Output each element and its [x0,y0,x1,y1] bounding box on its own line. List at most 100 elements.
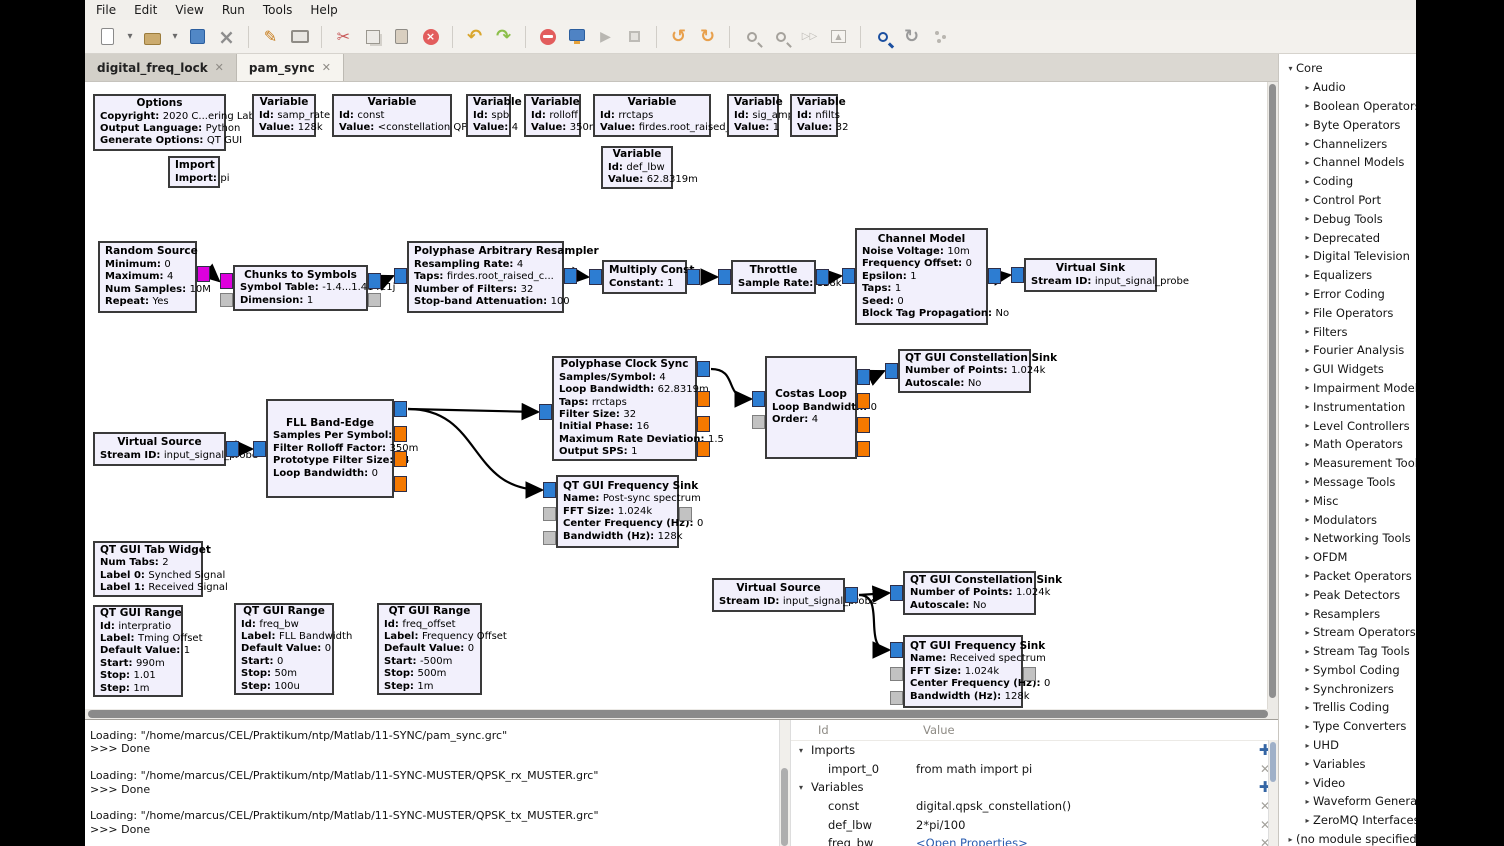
gray-port-right[interactable] [1023,667,1036,681]
chevron-right-icon[interactable]: ▸ [1302,440,1313,449]
tab-close-icon[interactable]: ✕ [322,62,331,73]
kill-flowgraph-icon[interactable] [622,24,647,49]
sidebar-item-measurement-tools[interactable]: ▸Measurement Tools [1279,454,1416,473]
block-tab_widget[interactable]: QT GUI Tab WidgetNum Tabs: 2Label 0: Syn… [93,541,203,597]
connection-wire[interactable] [578,276,588,277]
blue-port-right[interactable] [368,273,381,289]
scrollbar-thumb[interactable] [781,768,788,846]
variables-panel-scrollbar[interactable] [1268,740,1278,846]
connection-wire[interactable] [711,369,751,399]
connection-wire[interactable] [408,409,542,490]
disable-blocks-icon[interactable] [768,24,793,49]
sidebar-item-math-operators[interactable]: ▸Math Operators [1279,435,1416,454]
chevron-right-icon[interactable]: ▸ [1302,402,1313,411]
screen-capture-icon[interactable] [287,24,312,49]
scrollbar-thumb[interactable] [88,710,1268,718]
sidebar-item-stream-operators[interactable]: ▸Stream Operators [1279,623,1416,642]
orange-port-right[interactable] [394,476,407,492]
blue-port-left[interactable] [890,642,903,658]
connection-wire[interactable] [382,276,393,281]
block-var_spb[interactable]: VariableId: spbValue: 4 [466,94,511,137]
new-file-icon[interactable] [95,24,120,49]
orange-port-right[interactable] [857,441,870,457]
sidebar-item-byte-operators[interactable]: ▸Byte Operators [1279,115,1416,134]
sidebar-item-message-tools[interactable]: ▸Message Tools [1279,473,1416,492]
toggle-source-bus-icon[interactable]: ▲ [826,24,851,49]
menu-help[interactable]: Help [301,1,346,19]
blue-port-left[interactable] [842,268,855,284]
block-var_rolloff[interactable]: VariableId: rolloffValue: 350m [524,94,581,137]
chevron-right-icon[interactable]: ▸ [1302,609,1313,618]
execute-flowgraph-icon[interactable]: ▶ [593,24,618,49]
generate-flowgraph-icon[interactable] [564,24,589,49]
connection-wire[interactable] [830,276,841,277]
undo-icon[interactable]: ↶ [462,24,487,49]
block-virtual_source_2[interactable]: Virtual SourceStream ID: input_signal_pr… [712,578,845,612]
connection-wire[interactable] [1002,275,1010,276]
blue-port-left[interactable] [394,268,407,284]
orange-port-right[interactable] [394,451,407,467]
chevron-right-icon[interactable]: ▸ [1302,233,1313,242]
open-properties-link[interactable]: <Open Properties> [916,836,1252,846]
menu-run[interactable]: Run [213,1,254,19]
redo-icon[interactable]: ↷ [491,24,516,49]
chevron-right-icon[interactable]: ▸ [1302,158,1313,167]
tab-close-icon[interactable]: ✕ [215,62,224,73]
orange-port-right[interactable] [857,417,870,433]
blue-port-left[interactable] [890,585,903,601]
chevron-right-icon[interactable]: ▸ [1302,534,1313,543]
sidebar-item-boolean-operators[interactable]: ▸Boolean Operators [1279,97,1416,116]
chevron-right-icon[interactable]: ▸ [1302,139,1313,148]
block-chunks_to_symbols[interactable]: Chunks to SymbolsSymbol Table: -1.4...1.… [233,265,368,311]
chevron-right-icon[interactable]: ▸ [1302,214,1313,223]
menu-view[interactable]: View [166,1,212,19]
blue-port-right[interactable] [988,268,1001,284]
sidebar-item-gui-widgets[interactable]: ▸GUI Widgets [1279,360,1416,379]
block-var_nfilts[interactable]: VariableId: nfiltsValue: 32 [790,94,838,137]
variable-row-const[interactable]: constdigital.qpsk_constellation()✕ [791,797,1278,816]
sidebar-item-packet-operators[interactable]: ▸Packet Operators [1279,567,1416,586]
paste-icon[interactable] [389,24,414,49]
sidebar-item-ofdm[interactable]: ▸OFDM [1279,548,1416,567]
enable-blocks-icon[interactable] [739,24,764,49]
chevron-right-icon[interactable]: ▸ [1302,778,1313,787]
blue-port-right[interactable] [564,268,577,284]
sidebar-item-symbol-coding[interactable]: ▸Symbol Coding [1279,661,1416,680]
block-const_sink_1[interactable]: QT GUI Constellation SinkNumber of Point… [898,349,1031,393]
save-file-icon[interactable] [185,24,210,49]
canvas-horizontal-scrollbar[interactable] [85,709,1278,719]
variable-row-Imports[interactable]: ▾Imports✚ [791,741,1278,760]
sidebar-item-networking-tools[interactable]: ▸Networking Tools [1279,529,1416,548]
gray-port-left[interactable] [890,691,903,705]
console-scrollbar[interactable] [779,720,791,846]
blue-port-left[interactable] [539,404,552,420]
reload-blocks-icon[interactable]: ↻ [899,24,924,49]
chevron-right-icon[interactable]: ▸ [1302,722,1313,731]
sidebar-item-file-operators[interactable]: ▸File Operators [1279,303,1416,322]
blue-port-left[interactable] [752,391,765,407]
rotate-cw-icon[interactable]: ↻ [695,24,720,49]
block-channel_model[interactable]: Channel ModelNoise Voltage: 10mFrequency… [855,228,988,325]
variable-row-freq_bw[interactable]: freq_bw<Open Properties>✕ [791,834,1278,846]
chevron-right-icon[interactable]: ▸ [1302,101,1313,110]
chevron-right-icon[interactable]: ▸ [1302,797,1313,806]
blue-port-left[interactable] [253,441,266,457]
chevron-right-icon[interactable]: ▸ [1302,421,1313,430]
block-var_const[interactable]: VariableId: constValue: <constellation Q… [332,94,452,137]
sidebar-item-channel-models[interactable]: ▸Channel Models [1279,153,1416,172]
chevron-right-icon[interactable]: ▸ [1302,289,1313,298]
block-range_freq_bw[interactable]: QT GUI RangeId: freq_bwLabel: FLL Bandwi… [234,603,334,695]
block-var_rrctaps[interactable]: VariableId: rrctapsValue: firdes.root_ra… [593,94,711,137]
sidebar-item-misc[interactable]: ▸Misc [1279,491,1416,510]
sidebar-item-error-coding[interactable]: ▸Error Coding [1279,285,1416,304]
blue-port-right[interactable] [226,441,239,457]
sidebar-item-variables[interactable]: ▸Variables [1279,754,1416,773]
sidebar-item-fourier-analysis[interactable]: ▸Fourier Analysis [1279,341,1416,360]
chevron-right-icon[interactable]: ▸ [1302,252,1313,261]
block-options[interactable]: OptionsCopyright: 2020 C...ering LabOutp… [93,94,226,151]
block-multiply_const[interactable]: Multiply ConstConstant: 1 [602,260,687,294]
chevron-right-icon[interactable]: ▸ [1302,515,1313,524]
sidebar-item-synchronizers[interactable]: ▸Synchronizers [1279,679,1416,698]
new-file-dropdown-icon[interactable]: ▾ [124,24,136,49]
block-freq_sink_post[interactable]: QT GUI Frequency SinkName: Post-sync spe… [556,475,679,548]
